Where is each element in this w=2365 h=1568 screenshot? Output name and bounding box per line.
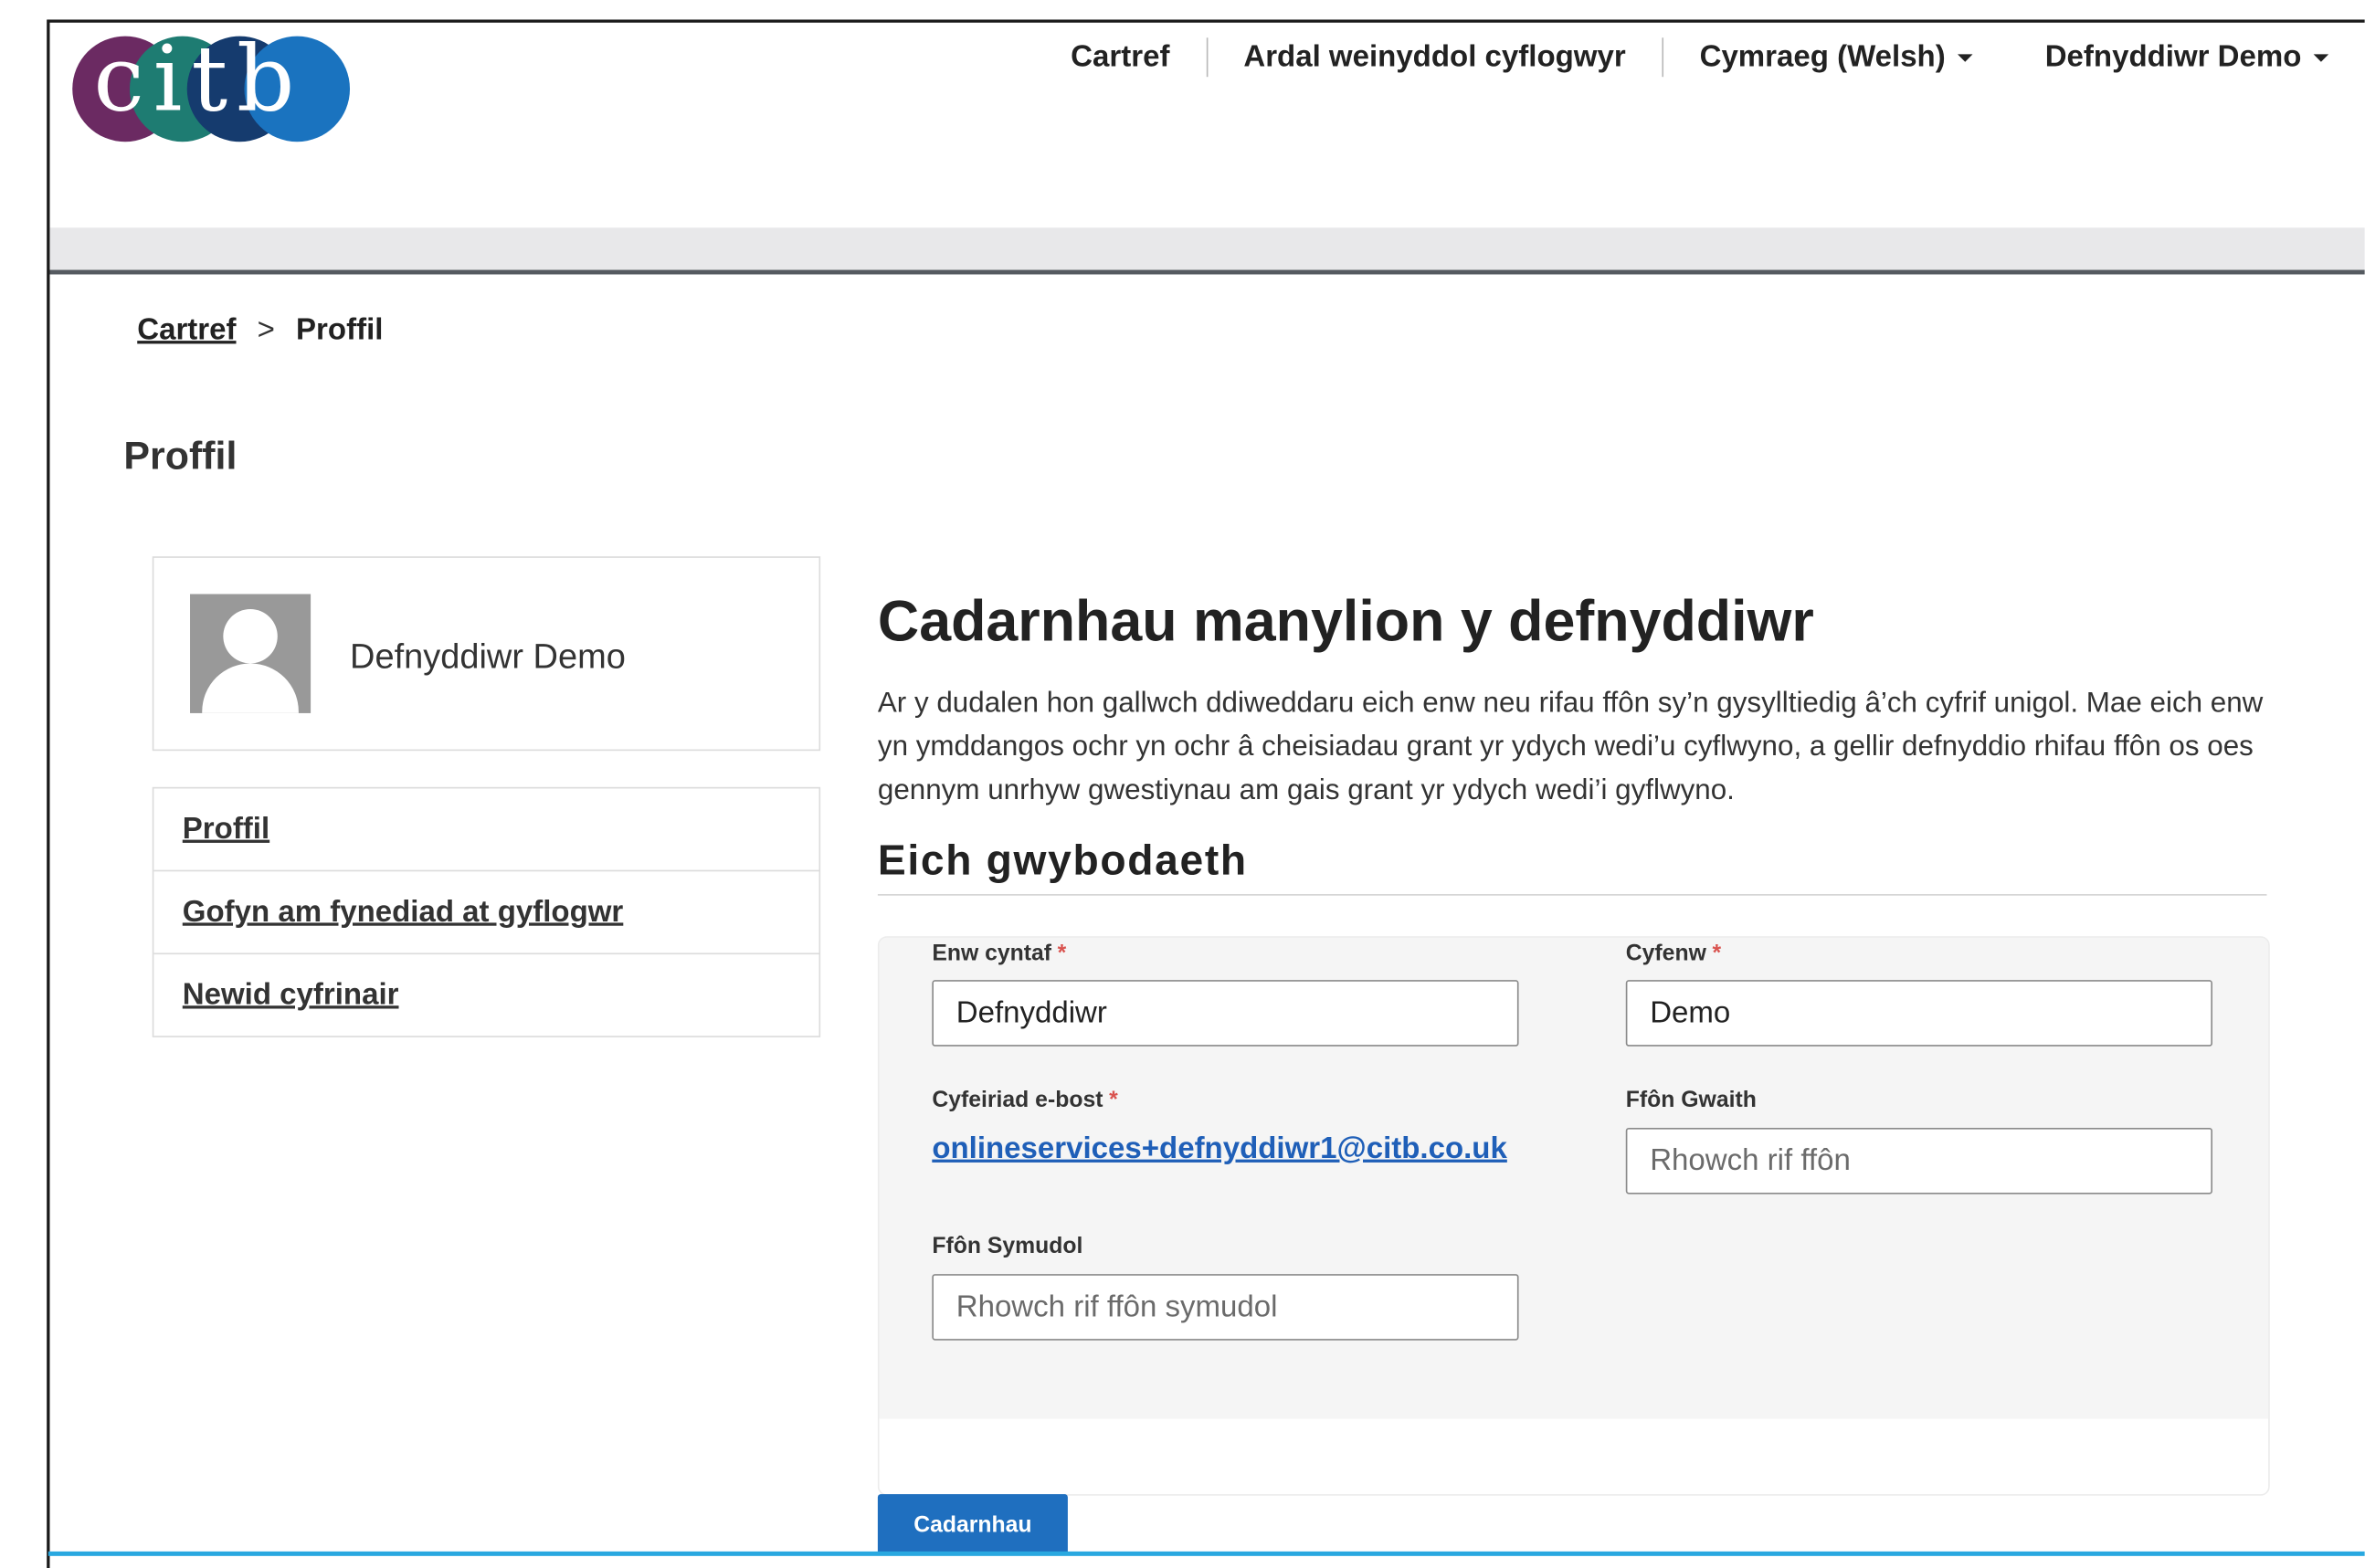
email-label: Cyfeiriad e-bost * xyxy=(932,1087,1117,1112)
main-heading: Cadarnhau manylion y defnyddiwr xyxy=(877,591,1814,655)
mobile-phone-label: Ffôn Symudol xyxy=(932,1234,1082,1259)
confirm-button[interactable]: Cadarnhau xyxy=(877,1494,1068,1555)
mobile-phone-input[interactable] xyxy=(932,1274,1519,1341)
required-marker: * xyxy=(1109,1087,1118,1113)
language-label: Cymraeg (Welsh) xyxy=(1699,40,1946,74)
header-divider xyxy=(49,269,2365,275)
page-title: Proffil xyxy=(123,432,238,479)
work-phone-input[interactable] xyxy=(1625,1127,2213,1194)
user-menu-dropdown[interactable]: Defnyddiwr Demo xyxy=(2009,37,2365,77)
email-label-text: Cyfeiriad e-bost xyxy=(932,1087,1103,1113)
nav-home-link[interactable]: Cartref xyxy=(1035,37,1207,77)
surname-input[interactable] xyxy=(1625,980,2213,1047)
top-navigation: Cartref Ardal weinyddol cyflogwyr Cymrae… xyxy=(1035,37,2365,79)
side-menu-item-profile[interactable]: Proffil xyxy=(153,788,819,872)
required-marker: * xyxy=(1712,941,1722,967)
section-heading: Eich gwybodaeth xyxy=(877,837,1248,884)
breadcrumb-home-link[interactable]: Cartref xyxy=(137,313,236,348)
logo-wordmark: citb xyxy=(93,26,304,133)
nav-employer-admin-link[interactable]: Ardal weinyddol cyflogwyr xyxy=(1208,37,1663,77)
surname-label-text: Cyfenw xyxy=(1625,941,1706,967)
mobile-phone-label-text: Ffôn Symudol xyxy=(932,1233,1083,1259)
required-marker: * xyxy=(1057,941,1067,967)
header-band xyxy=(49,227,2365,270)
citb-logo[interactable]: citb xyxy=(72,27,353,145)
section-divider xyxy=(877,894,2267,896)
breadcrumb: Cartref > Proffil xyxy=(137,313,383,348)
profile-user-name: Defnyddiwr Demo xyxy=(350,636,626,676)
chevron-down-icon xyxy=(2313,54,2329,63)
first-name-input[interactable] xyxy=(932,980,1519,1047)
first-name-label-text: Enw cyntaf xyxy=(932,941,1052,967)
breadcrumb-current: Proffil xyxy=(296,313,384,347)
avatar-head-shape xyxy=(223,609,278,664)
work-phone-label: Ffôn Gwaith xyxy=(1626,1087,1757,1112)
breadcrumb-separator: > xyxy=(257,313,275,347)
avatar-body-shape xyxy=(202,663,299,713)
frame-top-edge xyxy=(48,19,2365,23)
profile-card: Defnyddiwr Demo xyxy=(152,556,821,752)
user-details-form: Enw cyntaf* Cyfenw* Cyfeiriad e-bost* on… xyxy=(877,936,2270,1496)
first-name-label: Enw cyntaf * xyxy=(932,941,1066,966)
side-menu-item-request-employer-access[interactable]: Gofyn am fynediad at gyflogwr xyxy=(153,871,819,955)
side-menu-item-change-password[interactable]: Newid cyfrinair xyxy=(153,954,818,1036)
intro-paragraph: Ar y dudalen hon gallwch ddiweddaru eich… xyxy=(877,687,2264,807)
work-phone-label-text: Ffôn Gwaith xyxy=(1625,1087,1757,1113)
language-dropdown[interactable]: Cymraeg (Welsh) xyxy=(1663,37,2009,77)
user-menu-label: Defnyddiwr Demo xyxy=(2044,40,2302,74)
footer-accent-rule xyxy=(48,1551,2365,1556)
avatar-placeholder-icon xyxy=(190,594,311,713)
email-link[interactable]: onlineservices+defnyddiwr1@citb.co.uk xyxy=(932,1132,1507,1167)
surname-label: Cyfenw * xyxy=(1626,941,1721,966)
chevron-down-icon xyxy=(1957,54,1973,63)
profile-side-menu: Proffil Gofyn am fynediad at gyflogwr Ne… xyxy=(152,786,821,1037)
page: citb Cartref Ardal weinyddol cyflogwyr C… xyxy=(0,0,2365,1568)
